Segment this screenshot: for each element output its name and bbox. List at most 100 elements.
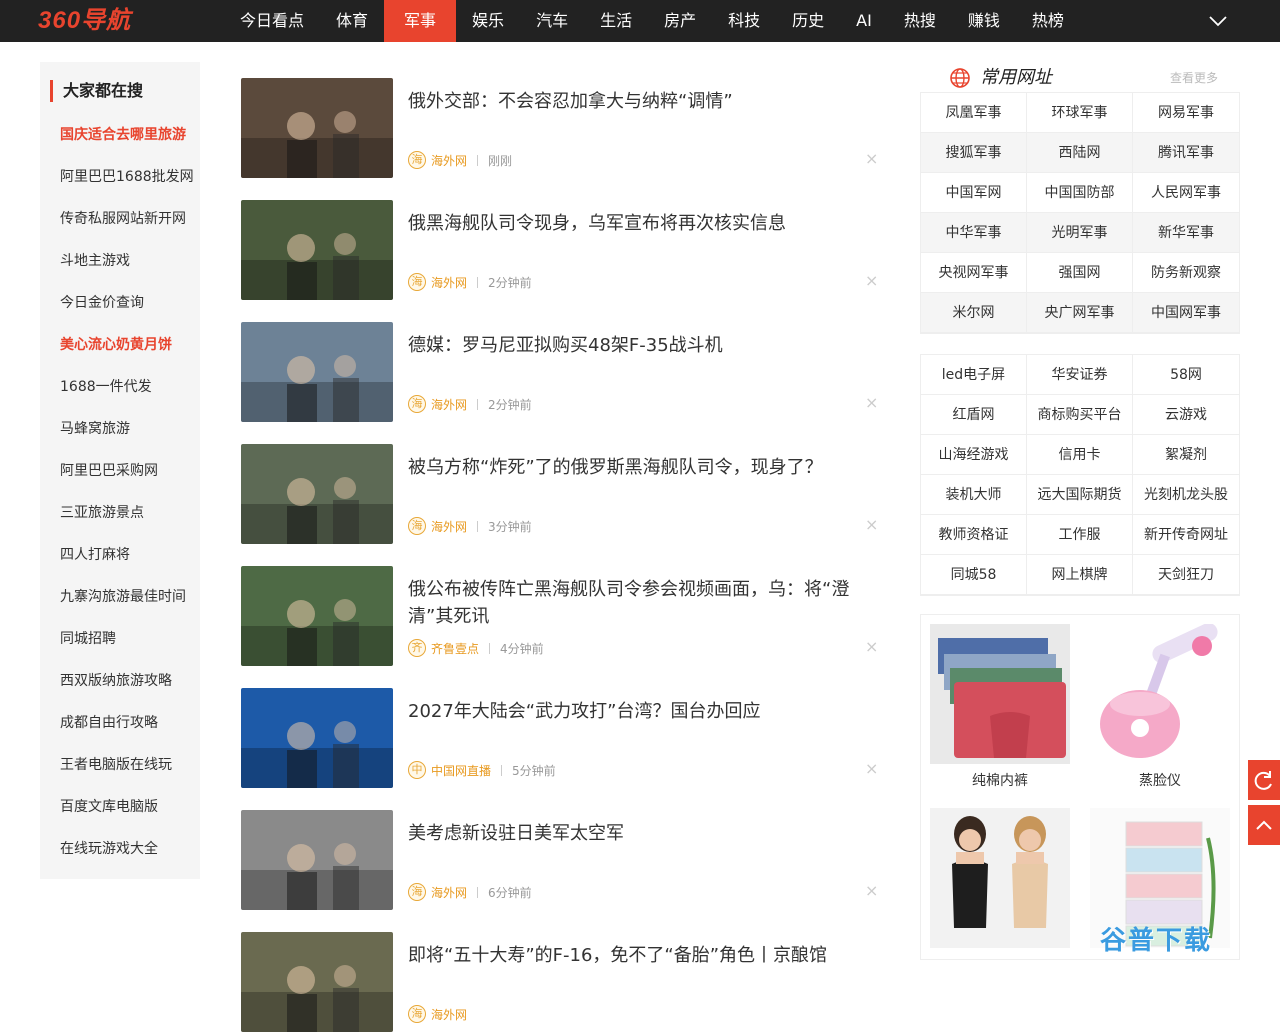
site-link[interactable]: 人民网军事 bbox=[1133, 173, 1239, 213]
site-link[interactable]: 环球军事 bbox=[1027, 93, 1133, 133]
news-thumbnail[interactable] bbox=[241, 200, 393, 300]
nav-tab[interactable]: 房产 bbox=[648, 0, 712, 42]
site-link[interactable]: 防务新观察 bbox=[1133, 253, 1239, 293]
product-card[interactable] bbox=[930, 808, 1070, 948]
news-item[interactable]: 美考虑新设驻日美军太空军海海外网 6分钟前 × bbox=[241, 810, 881, 910]
site-link[interactable]: 中国网军事 bbox=[1133, 293, 1239, 333]
news-title[interactable]: 俄外交部：不会容忍加拿大与纳粹“调情” bbox=[408, 88, 858, 115]
hot-search-item[interactable]: 王者电脑版在线玩 bbox=[60, 752, 194, 794]
site-logo[interactable]: 360导航 bbox=[38, 6, 131, 36]
nav-tab[interactable]: AI bbox=[840, 0, 888, 42]
hot-search-item[interactable]: 阿里巴巴采购网 bbox=[60, 458, 194, 500]
news-source[interactable]: 海外网 bbox=[431, 884, 467, 901]
product-card[interactable]: 纯棉内裤 bbox=[930, 624, 1070, 798]
site-link[interactable]: 中华军事 bbox=[921, 213, 1027, 253]
news-item[interactable]: 即将“五十大寿”的F-16，免不了“备胎”角色丨京酿馆海海外网 bbox=[241, 932, 881, 1032]
news-thumbnail[interactable] bbox=[241, 78, 393, 178]
news-title[interactable]: 被乌方称“炸死”了的俄罗斯黑海舰队司令，现身了？ bbox=[408, 454, 858, 481]
site-link[interactable]: 央视网军事 bbox=[921, 253, 1027, 293]
news-title[interactable]: 俄公布被传阵亡黑海舰队司令参会视频画面，乌：将“澄清”其死讯 bbox=[408, 576, 858, 630]
site-link[interactable]: 米尔网 bbox=[921, 293, 1027, 333]
dismiss-icon[interactable]: × bbox=[865, 151, 878, 167]
news-source[interactable]: 海外网 bbox=[431, 152, 467, 169]
news-thumbnail[interactable] bbox=[241, 444, 393, 544]
nav-tab[interactable]: 军事 bbox=[384, 0, 457, 42]
site-link[interactable]: 山海经游戏 bbox=[921, 435, 1027, 475]
view-more-link[interactable]: 查看更多 bbox=[1170, 69, 1218, 86]
dismiss-icon[interactable]: × bbox=[865, 273, 878, 289]
news-title[interactable]: 德媒：罗马尼亚拟购买48架F-35战斗机 bbox=[408, 332, 858, 359]
site-link[interactable]: 搜狐军事 bbox=[921, 133, 1027, 173]
hot-search-item[interactable]: 四人打麻将 bbox=[60, 542, 194, 584]
site-link[interactable]: 工作服 bbox=[1027, 515, 1133, 555]
news-thumbnail[interactable] bbox=[241, 566, 393, 666]
news-item[interactable]: 俄公布被传阵亡黑海舰队司令参会视频画面，乌：将“澄清”其死讯齐齐鲁壹点 4分钟前 × bbox=[241, 566, 881, 666]
site-link[interactable]: 远大国际期货 bbox=[1027, 475, 1133, 515]
nav-tab[interactable]: 体育 bbox=[320, 0, 384, 42]
news-source[interactable]: 海外网 bbox=[431, 1006, 467, 1023]
hot-search-item[interactable]: 成都自由行攻略 bbox=[60, 710, 194, 752]
dismiss-icon[interactable]: × bbox=[865, 883, 878, 899]
news-item[interactable]: 俄外交部：不会容忍加拿大与纳粹“调情” 海海外网 刚刚 × bbox=[241, 78, 881, 178]
nav-tab[interactable]: 科技 bbox=[712, 0, 776, 42]
site-link[interactable]: 强国网 bbox=[1027, 253, 1133, 293]
hot-search-item[interactable]: 同城招聘 bbox=[60, 626, 194, 668]
nav-tab[interactable]: 历史 bbox=[776, 0, 840, 42]
site-link[interactable]: 中国军网 bbox=[921, 173, 1027, 213]
nav-tab[interactable]: 娱乐 bbox=[456, 0, 520, 42]
product-card[interactable]: 蒸脸仪 bbox=[1090, 624, 1230, 798]
news-item[interactable]: 被乌方称“炸死”了的俄罗斯黑海舰队司令，现身了？ 海海外网 3分钟前 × bbox=[241, 444, 881, 544]
news-item[interactable]: 德媒：罗马尼亚拟购买48架F-35战斗机海海外网 2分钟前 × bbox=[241, 322, 881, 422]
hot-search-item[interactable]: 美心流心奶黄月饼 bbox=[60, 332, 194, 374]
hot-search-item[interactable]: 国庆适合去哪里旅游 bbox=[60, 122, 194, 164]
nav-tab[interactable]: 汽车 bbox=[520, 0, 584, 42]
site-link[interactable]: 华安证券 bbox=[1027, 355, 1133, 395]
news-item[interactable]: 俄黑海舰队司令现身，乌军宣布将再次核实信息海海外网 2分钟前 × bbox=[241, 200, 881, 300]
refresh-button[interactable] bbox=[1248, 760, 1280, 800]
site-link[interactable]: 新华军事 bbox=[1133, 213, 1239, 253]
hot-search-item[interactable]: 百度文库电脑版 bbox=[60, 794, 194, 836]
nav-tab[interactable]: 热榜 bbox=[1016, 0, 1080, 42]
nav-tab[interactable]: 热搜 bbox=[888, 0, 952, 42]
hot-search-item[interactable]: 三亚旅游景点 bbox=[60, 500, 194, 542]
site-link[interactable]: 新开传奇网址 bbox=[1133, 515, 1239, 555]
news-item[interactable]: 2027年大陆会“武力攻打”台湾？国台办回应中中国网直播 5分钟前 × bbox=[241, 688, 881, 788]
hot-search-item[interactable]: 在线玩游戏大全 bbox=[60, 836, 194, 878]
news-source[interactable]: 齐鲁壹点 bbox=[431, 640, 479, 657]
site-link[interactable]: 中国国防部 bbox=[1027, 173, 1133, 213]
site-link[interactable]: 天剑狂刀 bbox=[1133, 555, 1239, 595]
news-thumbnail[interactable] bbox=[241, 810, 393, 910]
site-link[interactable]: 网易军事 bbox=[1133, 93, 1239, 133]
nav-tab[interactable]: 赚钱 bbox=[952, 0, 1016, 42]
site-link[interactable]: 光刻机龙头股 bbox=[1133, 475, 1239, 515]
news-source[interactable]: 中国网直播 bbox=[431, 762, 491, 779]
news-thumbnail[interactable] bbox=[241, 688, 393, 788]
site-link[interactable]: 网上棋牌 bbox=[1027, 555, 1133, 595]
hot-search-item[interactable]: 今日金价查询 bbox=[60, 290, 194, 332]
site-link[interactable]: 商标购买平台 bbox=[1027, 395, 1133, 435]
site-link[interactable]: 凤凰军事 bbox=[921, 93, 1027, 133]
hot-search-item[interactable]: 传奇私服网站新开网 bbox=[60, 206, 194, 248]
site-link[interactable]: 信用卡 bbox=[1027, 435, 1133, 475]
site-link[interactable]: 同城58 bbox=[921, 555, 1027, 595]
dismiss-icon[interactable]: × bbox=[865, 639, 878, 655]
site-link[interactable]: 58网 bbox=[1133, 355, 1239, 395]
hot-search-item[interactable]: 马蜂窝旅游 bbox=[60, 416, 194, 458]
news-source[interactable]: 海外网 bbox=[431, 396, 467, 413]
site-link[interactable]: 装机大师 bbox=[921, 475, 1027, 515]
hot-search-item[interactable]: 阿里巴巴1688批发网 bbox=[60, 164, 194, 206]
nav-tab[interactable]: 今日看点 bbox=[224, 0, 320, 42]
news-thumbnail[interactable] bbox=[241, 322, 393, 422]
site-link[interactable]: 红盾网 bbox=[921, 395, 1027, 435]
back-to-top-button[interactable] bbox=[1248, 805, 1280, 845]
dismiss-icon[interactable]: × bbox=[865, 517, 878, 533]
news-source[interactable]: 海外网 bbox=[431, 518, 467, 535]
chevron-down-icon[interactable] bbox=[1206, 10, 1230, 32]
site-link[interactable]: 絮凝剂 bbox=[1133, 435, 1239, 475]
nav-tab[interactable]: 生活 bbox=[584, 0, 648, 42]
news-title[interactable]: 俄黑海舰队司令现身，乌军宣布将再次核实信息 bbox=[408, 210, 858, 237]
hot-search-item[interactable]: 1688一件代发 bbox=[60, 374, 194, 416]
site-link[interactable]: 教师资格证 bbox=[921, 515, 1027, 555]
news-title[interactable]: 美考虑新设驻日美军太空军 bbox=[408, 820, 858, 847]
site-link[interactable]: led电子屏 bbox=[921, 355, 1027, 395]
